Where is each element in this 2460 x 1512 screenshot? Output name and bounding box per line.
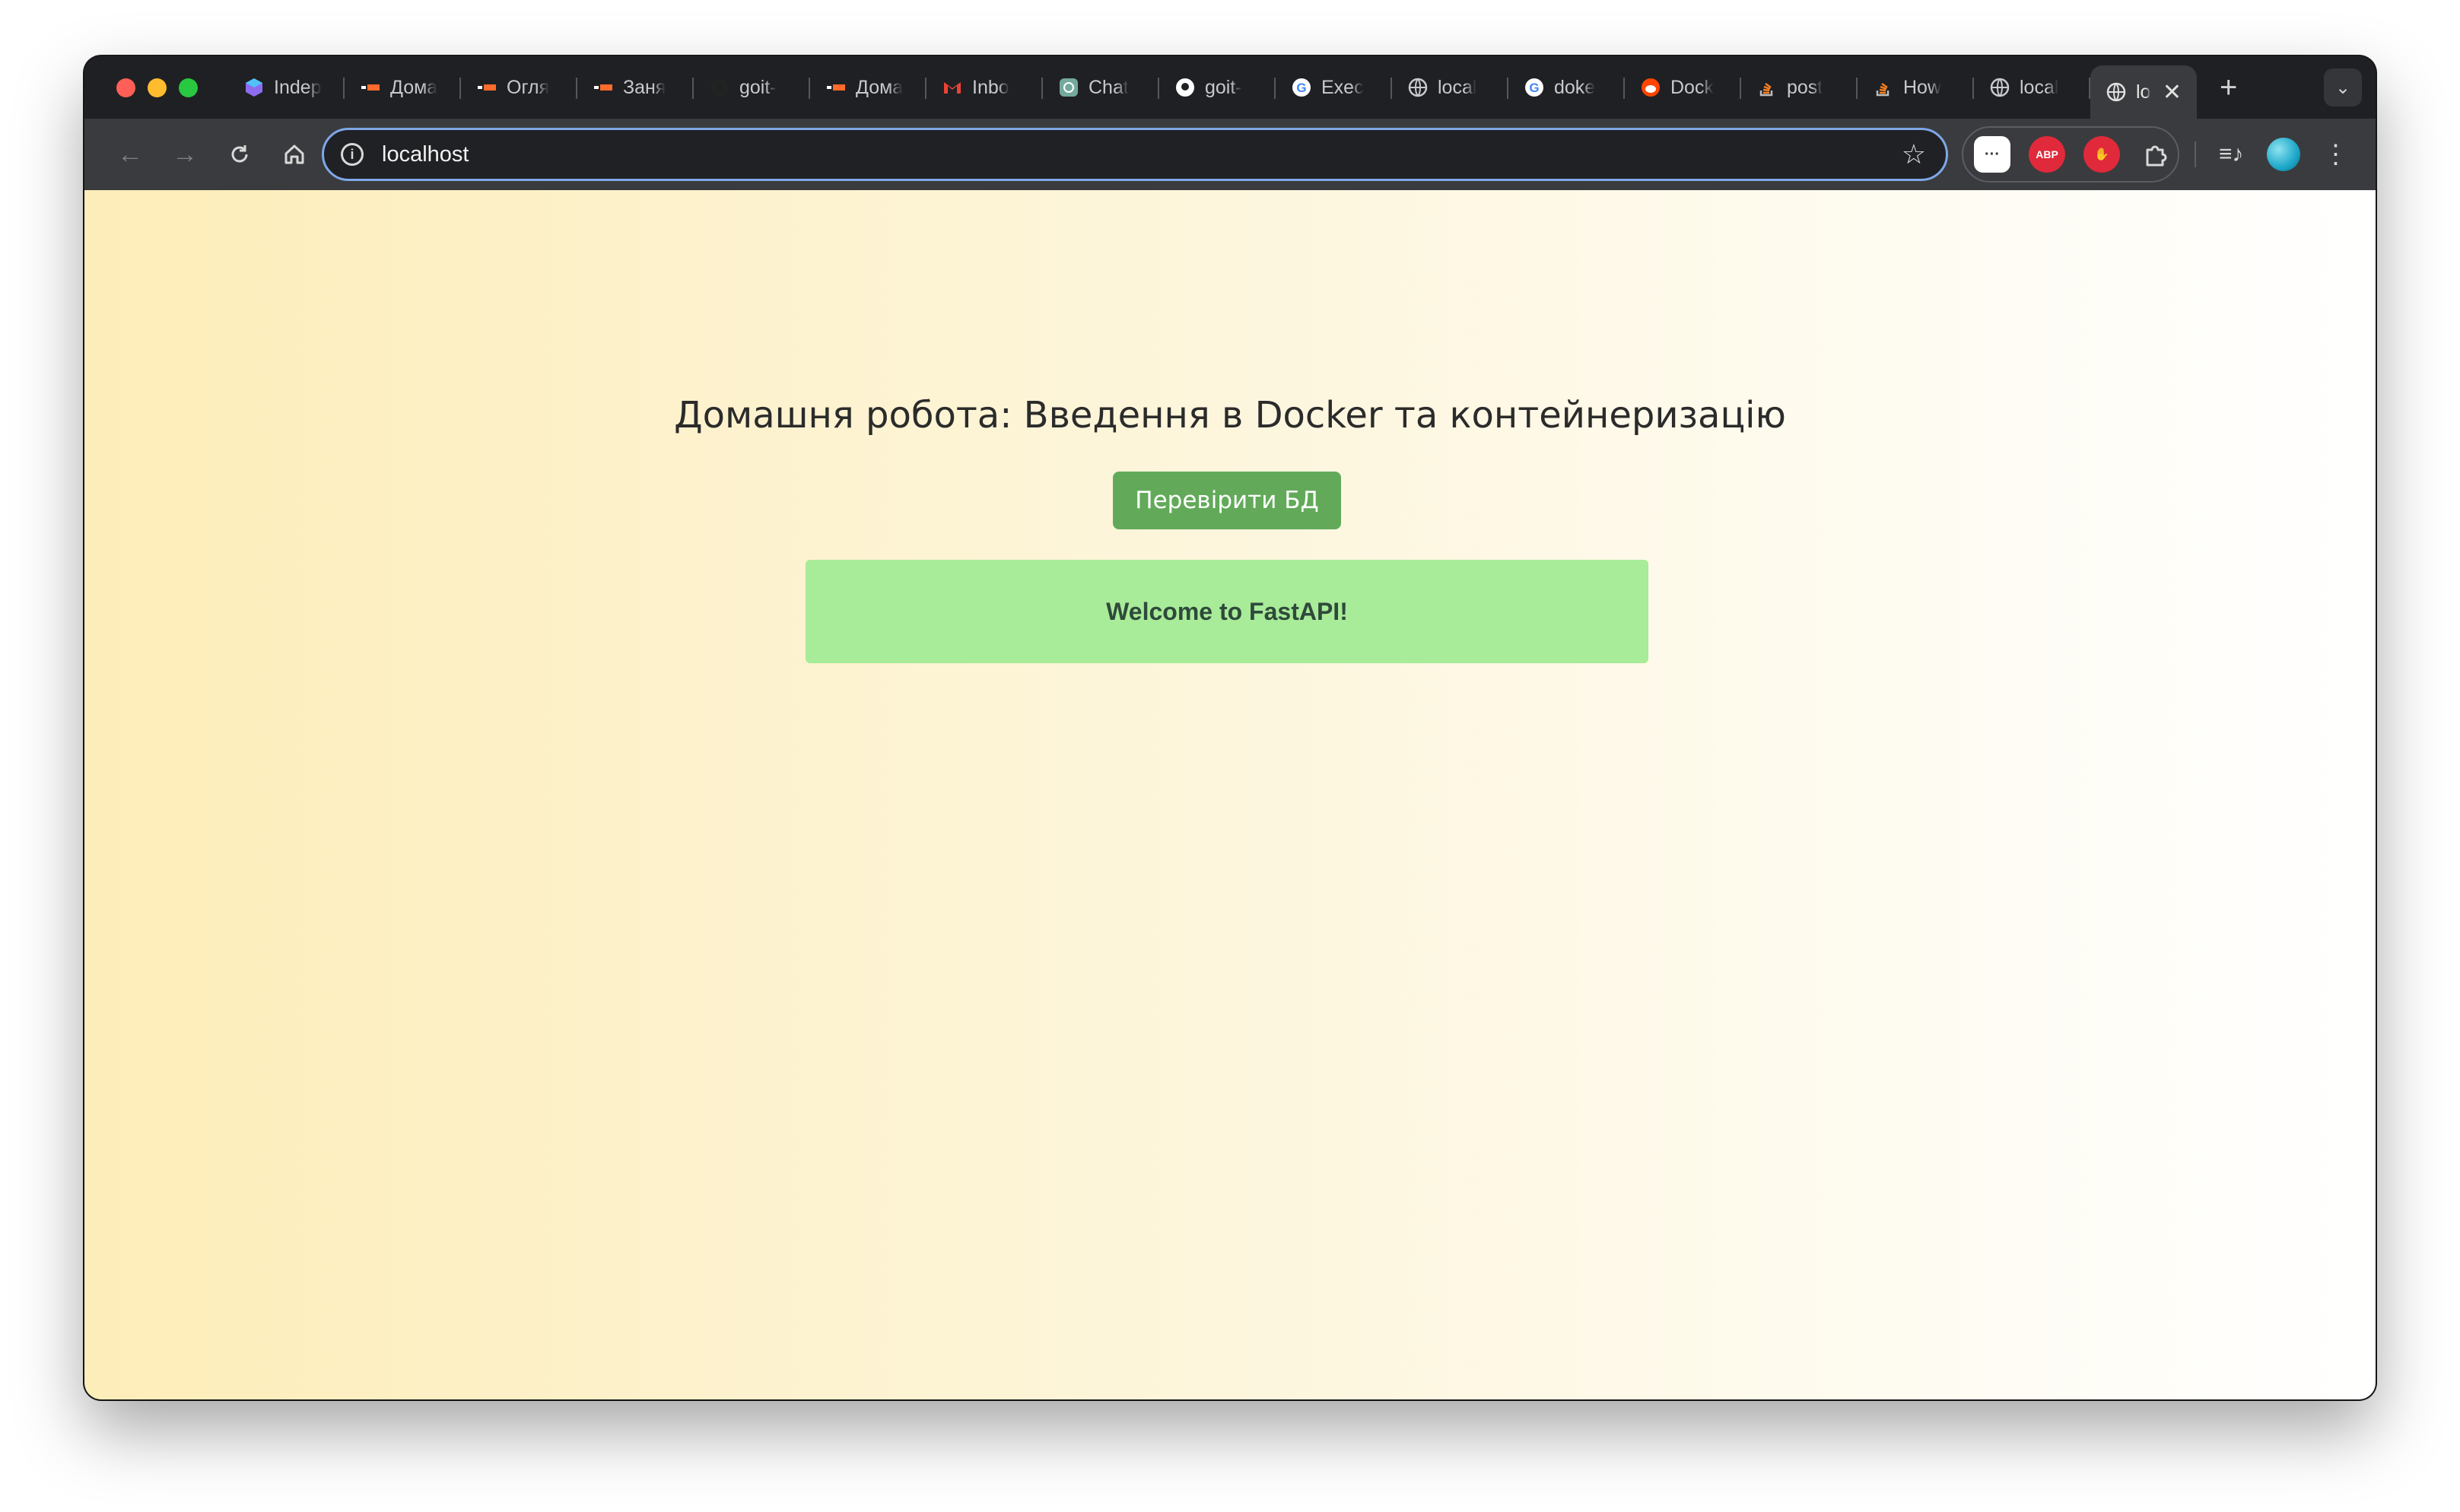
goit-icon xyxy=(825,77,847,98)
tab-title: goit- xyxy=(739,76,777,98)
page-viewport: Домашня робота: Введення в Docker та кон… xyxy=(84,190,2376,1399)
tab-16[interactable]: local xyxy=(1974,64,2090,111)
home-button[interactable] xyxy=(272,132,317,177)
tab-title: Дома xyxy=(856,76,904,98)
tab-title: Огля xyxy=(507,76,550,98)
active-tab-title: lo xyxy=(2136,81,2151,103)
chatgpt-icon xyxy=(1058,77,1079,98)
tab-3[interactable]: Огля xyxy=(461,64,577,111)
tab-title: Заня xyxy=(623,76,666,98)
tab-title: How xyxy=(1903,76,1942,98)
tab-title: Indep xyxy=(274,76,322,98)
tab-10[interactable]: G Exec xyxy=(1276,64,1392,111)
tab-strip: Indep Дома Огля Заня goit- Дома Inbo Chat goit- G… xyxy=(84,56,2376,119)
tab-title: doke xyxy=(1554,76,1596,98)
github-icon xyxy=(1174,77,1196,98)
browser-toolbar: ← → i localhost ☆ ··· ABP ✋ ≡♪ ⋮ xyxy=(84,119,2376,190)
address-url: localhost xyxy=(382,141,469,167)
stackoverflow-icon xyxy=(1873,77,1894,98)
minimize-window-button[interactable] xyxy=(148,78,167,97)
page-title: Домашня робота: Введення в Docker та кон… xyxy=(674,394,1786,437)
svg-text:G: G xyxy=(1296,81,1306,95)
globe-icon xyxy=(2106,81,2127,103)
tab-title: Dock xyxy=(1670,76,1714,98)
forward-button[interactable]: → xyxy=(162,132,208,177)
tab-title: Дома xyxy=(390,76,438,98)
arrow-right-icon: → xyxy=(172,139,198,169)
google-icon: G xyxy=(1291,77,1312,98)
window-controls xyxy=(116,78,198,97)
github-icon xyxy=(709,77,730,98)
home-icon xyxy=(284,145,304,164)
tab-active[interactable]: lo ✕ xyxy=(2090,65,2197,119)
close-window-button[interactable] xyxy=(116,78,135,97)
tab-title: local xyxy=(2020,76,2059,98)
new-tab-button[interactable]: + xyxy=(2220,71,2237,105)
adblock-icon[interactable]: ABP xyxy=(2029,136,2065,173)
tab-title: goit- xyxy=(1205,76,1242,98)
tab-5[interactable]: goit- xyxy=(694,64,810,111)
message-text: Welcome to FastAPI! xyxy=(1106,597,1348,625)
chat-extension-icon[interactable]: ··· xyxy=(1974,136,2010,173)
tab-title: local xyxy=(1438,76,1477,98)
google-icon: G xyxy=(1524,77,1545,98)
site-info-icon[interactable]: i xyxy=(341,143,364,166)
tab-15[interactable]: How xyxy=(1858,64,1974,111)
tab-9[interactable]: goit- xyxy=(1159,64,1276,111)
reading-list-icon[interactable]: ≡♪ xyxy=(2219,141,2244,167)
bookmark-star-icon[interactable]: ☆ xyxy=(1902,138,1926,170)
extensions-group: ··· ABP ✋ xyxy=(1962,126,2179,183)
tab-14[interactable]: post xyxy=(1741,64,1858,111)
profile-avatar[interactable] xyxy=(2266,138,2300,171)
reload-button[interactable] xyxy=(217,132,262,177)
gmail-icon xyxy=(942,77,963,98)
tab-12[interactable]: Gdoke xyxy=(1508,64,1625,111)
tab-title: post xyxy=(1787,76,1823,98)
more-menu-icon[interactable]: ⋮ xyxy=(2323,139,2349,170)
toolbar-divider xyxy=(2195,141,2196,167)
tab-search-button[interactable]: ⌄ xyxy=(2324,68,2362,106)
svg-text:G: G xyxy=(1529,81,1539,95)
close-tab-icon[interactable]: ✕ xyxy=(2163,79,2182,106)
address-bar[interactable]: i localhost ☆ xyxy=(322,128,1948,181)
stackoverflow-icon xyxy=(1756,77,1778,98)
tab-2[interactable]: Дома xyxy=(345,64,461,111)
check-db-button[interactable]: Перевірити БД xyxy=(1113,472,1341,529)
toolbar-right: ≡♪ ⋮ xyxy=(2195,129,2349,179)
globe-icon xyxy=(1407,77,1429,98)
tab-7[interactable]: Inbo xyxy=(926,64,1043,111)
hexagon-icon xyxy=(243,77,265,98)
tab-13[interactable]: Dock xyxy=(1625,64,1741,111)
globe-icon xyxy=(1989,77,2010,98)
tab-title: Chat xyxy=(1089,76,1129,98)
tab-11[interactable]: local xyxy=(1392,64,1508,111)
message-box: Welcome to FastAPI! xyxy=(806,560,1648,663)
tab-8[interactable]: Chat xyxy=(1043,64,1159,111)
tab-list: Indep Дома Огля Заня goit- Дома Inbo Chat goit- G… xyxy=(228,56,2090,119)
goit-icon xyxy=(593,77,614,98)
tab-title: Inbo xyxy=(972,76,1009,98)
tab-6[interactable]: Дома xyxy=(810,64,926,111)
browser-window: Indep Дома Огля Заня goit- Дома Inbo Chat goit- G… xyxy=(84,56,2376,1399)
tab-4[interactable]: Заня xyxy=(577,64,694,111)
reddit-icon xyxy=(1640,77,1661,98)
goit-icon xyxy=(476,77,497,98)
tab-1[interactable]: Indep xyxy=(228,64,345,111)
arrow-left-icon: ← xyxy=(117,139,143,169)
maximize-window-button[interactable] xyxy=(179,78,198,97)
back-button[interactable]: ← xyxy=(107,132,153,177)
tab-title: Exec xyxy=(1321,76,1364,98)
reload-icon xyxy=(231,145,248,163)
chevron-down-icon: ⌄ xyxy=(2334,77,2351,98)
goit-icon xyxy=(360,77,381,98)
hand-stop-icon[interactable]: ✋ xyxy=(2083,136,2120,173)
puzzle-extensions-icon[interactable] xyxy=(2138,136,2175,173)
